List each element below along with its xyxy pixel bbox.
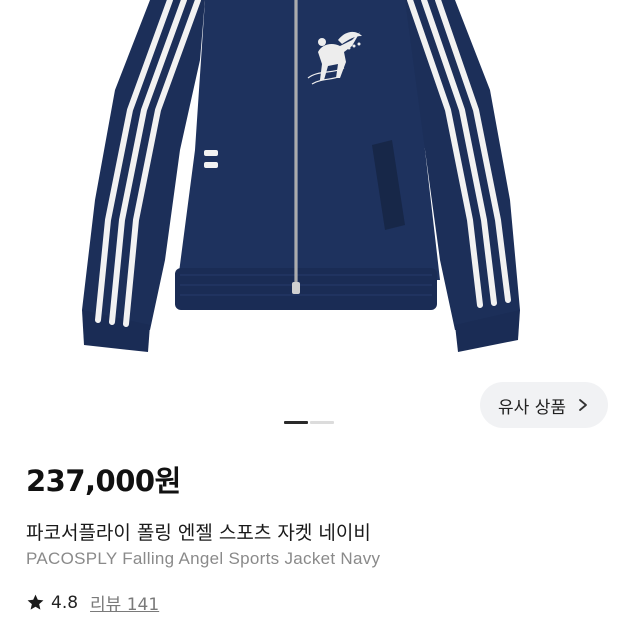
gallery-pagination — [284, 421, 334, 424]
similar-products-label: 유사 상품 — [498, 397, 566, 418]
rating-score: 4.8 — [51, 592, 79, 613]
similar-products-button[interactable]: 유사 상품 — [480, 382, 608, 428]
chevron-right-icon — [579, 399, 587, 411]
review-count-link[interactable]: 리뷰 141 — [90, 590, 159, 615]
star-icon — [27, 594, 44, 610]
rating-row: 4.8 리뷰 141 — [26, 590, 159, 615]
product-price: 237,000원 — [26, 464, 181, 498]
product-title-korean: 파코서플라이 폴링 엔젤 스포츠 자켓 네이비 — [26, 522, 371, 544]
product-image[interactable] — [0, 0, 620, 380]
product-title-english: PACOSPLY Falling Angel Sports Jacket Nav… — [26, 549, 381, 568]
pagination-dot-active[interactable] — [284, 421, 308, 424]
pagination-dot[interactable] — [310, 421, 334, 424]
product-image-gallery[interactable]: 유사 상품 — [0, 0, 620, 440]
